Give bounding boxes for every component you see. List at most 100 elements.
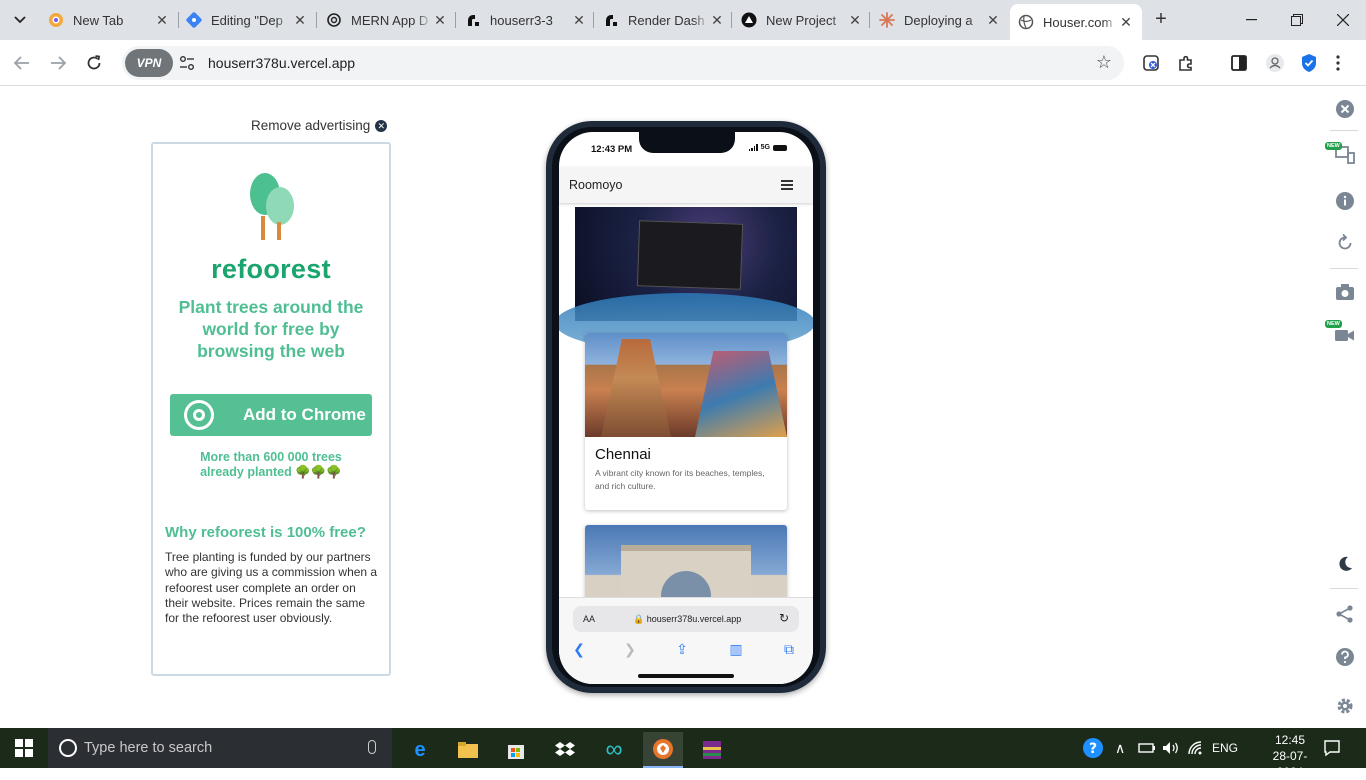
city-card[interactable]: Chennai A vibrant city known for its bea…	[585, 333, 787, 510]
hamburger-menu-icon[interactable]	[781, 180, 793, 192]
hero-image	[559, 207, 813, 353]
camera-icon[interactable]	[1334, 281, 1356, 303]
tab-close-icon[interactable]: ✕	[432, 12, 448, 29]
vpn-badge[interactable]: VPN	[125, 49, 173, 77]
battery-tray-icon[interactable]	[1138, 728, 1156, 768]
openai-icon	[326, 12, 342, 28]
tab-render-dash[interactable]: Render Dash ✕	[595, 6, 733, 34]
tab-close-icon[interactable]: ✕	[154, 12, 170, 29]
help-tray-icon[interactable]: ?	[1082, 728, 1104, 768]
trees-planted-text: More than 600 000 trees already planted …	[163, 450, 379, 480]
notifications-icon[interactable]	[1323, 728, 1341, 768]
city-card-title: Chennai	[595, 446, 651, 463]
add-to-chrome-button[interactable]: Add to Chrome	[170, 394, 372, 436]
tab-close-icon[interactable]: ✕	[985, 12, 1001, 29]
tab-editing[interactable]: Editing "Dep ✕	[178, 6, 316, 34]
tab-close-icon[interactable]: ✕	[709, 12, 725, 29]
safari-share-icon[interactable]: ⇪	[672, 641, 692, 658]
extensions-puzzle-icon[interactable]	[1176, 53, 1196, 73]
url-text[interactable]: houserr378u.vercel.app	[208, 55, 355, 71]
address-bar[interactable]: VPN houserr378u.vercel.app ☆	[122, 46, 1124, 80]
tab-houserr[interactable]: houserr3-3 ✕	[457, 6, 595, 34]
safari-url-text: houserr378u.vercel.app	[646, 614, 742, 624]
restore-button[interactable]	[1274, 0, 1320, 40]
taskbar-clock[interactable]: 12:45 28-07-2024	[1262, 732, 1318, 780]
windows-taskbar: Type here to search e ∞ ? ∧ ENG 12:45 28…	[0, 728, 1366, 779]
dark-mode-moon-icon[interactable]	[1334, 553, 1356, 575]
city-card[interactable]	[585, 525, 787, 597]
chrome-icon	[184, 400, 214, 430]
reader-aa-button[interactable]: AA	[583, 614, 595, 624]
start-button[interactable]	[0, 728, 48, 768]
tab-separator	[455, 12, 456, 28]
close-circle-icon[interactable]: ✕	[375, 119, 388, 132]
language-indicator[interactable]: ENG	[1212, 728, 1238, 768]
back-button[interactable]	[10, 51, 34, 75]
tab-close-icon[interactable]: ✕	[847, 12, 863, 29]
why-free-heading: Why refoorest is 100% free?	[165, 524, 366, 541]
arrow-right-icon	[51, 56, 66, 70]
clock-date: 28-07-2024	[1272, 749, 1308, 779]
translate-extension-icon[interactable]	[1141, 53, 1161, 73]
info-icon[interactable]	[1334, 190, 1356, 212]
tab-close-icon[interactable]: ✕	[292, 12, 308, 29]
file-explorer-icon[interactable]	[448, 732, 488, 768]
chevron-up-icon[interactable]: ∧	[1115, 728, 1125, 768]
safari-reload-icon[interactable]: ↻	[779, 611, 789, 625]
wifi-icon[interactable]	[1188, 728, 1206, 768]
tab-new-tab[interactable]: New Tab ✕	[40, 6, 178, 34]
safari-address-bar[interactable]: AA 🔒 houserr378u.vercel.app ↻	[573, 606, 799, 632]
trees-planted-line: More than 600 000 trees	[200, 450, 342, 464]
brave-browser-icon[interactable]	[643, 732, 683, 768]
tab-close-icon[interactable]: ✕	[1118, 14, 1134, 31]
help-icon[interactable]	[1334, 646, 1356, 668]
tree-logo-icon	[250, 173, 294, 240]
taskbar-search-box[interactable]: Type here to search	[48, 728, 392, 768]
tab-search-button[interactable]	[8, 8, 32, 32]
trees-planted-line: already planted 🌳🌳🌳	[200, 465, 342, 479]
refoorest-brand: refoorest	[211, 254, 331, 284]
tab-houser-active[interactable]: Houser.com ✕	[1010, 4, 1142, 40]
dropbox-icon[interactable]	[545, 732, 585, 768]
close-tool-icon[interactable]	[1334, 98, 1356, 120]
tab-close-icon[interactable]: ✕	[571, 12, 587, 29]
safari-back-icon[interactable]: ❮	[569, 641, 589, 658]
bookmark-star-icon[interactable]: ☆	[1096, 52, 1112, 73]
new-badge: NEW	[1325, 142, 1342, 150]
profile-avatar[interactable]	[1265, 53, 1285, 73]
new-tab-button[interactable]: +	[1150, 9, 1172, 31]
shield-icon[interactable]	[1299, 53, 1319, 73]
safari-tabs-icon[interactable]: ⧉	[779, 641, 799, 658]
clock-time: 12:45	[1274, 733, 1306, 747]
listing-feed[interactable]: Chennai A vibrant city known for its bea…	[559, 203, 813, 597]
safari-bookmarks-icon[interactable]: ▥	[726, 641, 746, 658]
claude-icon	[879, 12, 895, 28]
share-icon[interactable]	[1334, 603, 1356, 625]
rail-divider	[1330, 268, 1358, 269]
microsoft-store-icon[interactable]	[496, 732, 536, 768]
minimize-button[interactable]	[1228, 0, 1274, 40]
volume-icon[interactable]	[1162, 728, 1180, 768]
winrar-icon[interactable]	[692, 732, 732, 768]
rotate-icon[interactable]	[1334, 232, 1356, 254]
side-panel-icon[interactable]	[1229, 53, 1249, 73]
add-to-chrome-label: Add to Chrome	[243, 405, 366, 424]
more-menu-icon[interactable]	[1328, 53, 1348, 73]
rail-divider	[1330, 588, 1358, 589]
site-settings-icon[interactable]	[179, 55, 195, 71]
tab-deploying[interactable]: Deploying a ✕	[871, 6, 1009, 34]
remove-advertising-link[interactable]: Remove advertising ✕	[251, 118, 388, 133]
arduino-icon[interactable]: ∞	[594, 732, 634, 768]
tab-new-project[interactable]: New Project ✕	[733, 6, 871, 34]
close-window-button[interactable]	[1320, 0, 1366, 40]
safari-bar: AA 🔒 houserr378u.vercel.app ↻ ❮ ❯ ⇪ ▥ ⧉	[559, 597, 813, 684]
app-title[interactable]: Roomoyo	[569, 178, 623, 192]
reload-button[interactable]	[82, 51, 106, 75]
settings-gear-icon[interactable]	[1334, 695, 1356, 717]
safari-forward-icon[interactable]: ❯	[620, 641, 640, 658]
forward-button[interactable]	[46, 51, 70, 75]
microphone-icon[interactable]	[368, 740, 376, 754]
status-indicators: 5G	[748, 144, 787, 151]
edge-icon[interactable]: e	[400, 732, 440, 768]
tab-mern-app[interactable]: MERN App D ✕	[318, 6, 456, 34]
